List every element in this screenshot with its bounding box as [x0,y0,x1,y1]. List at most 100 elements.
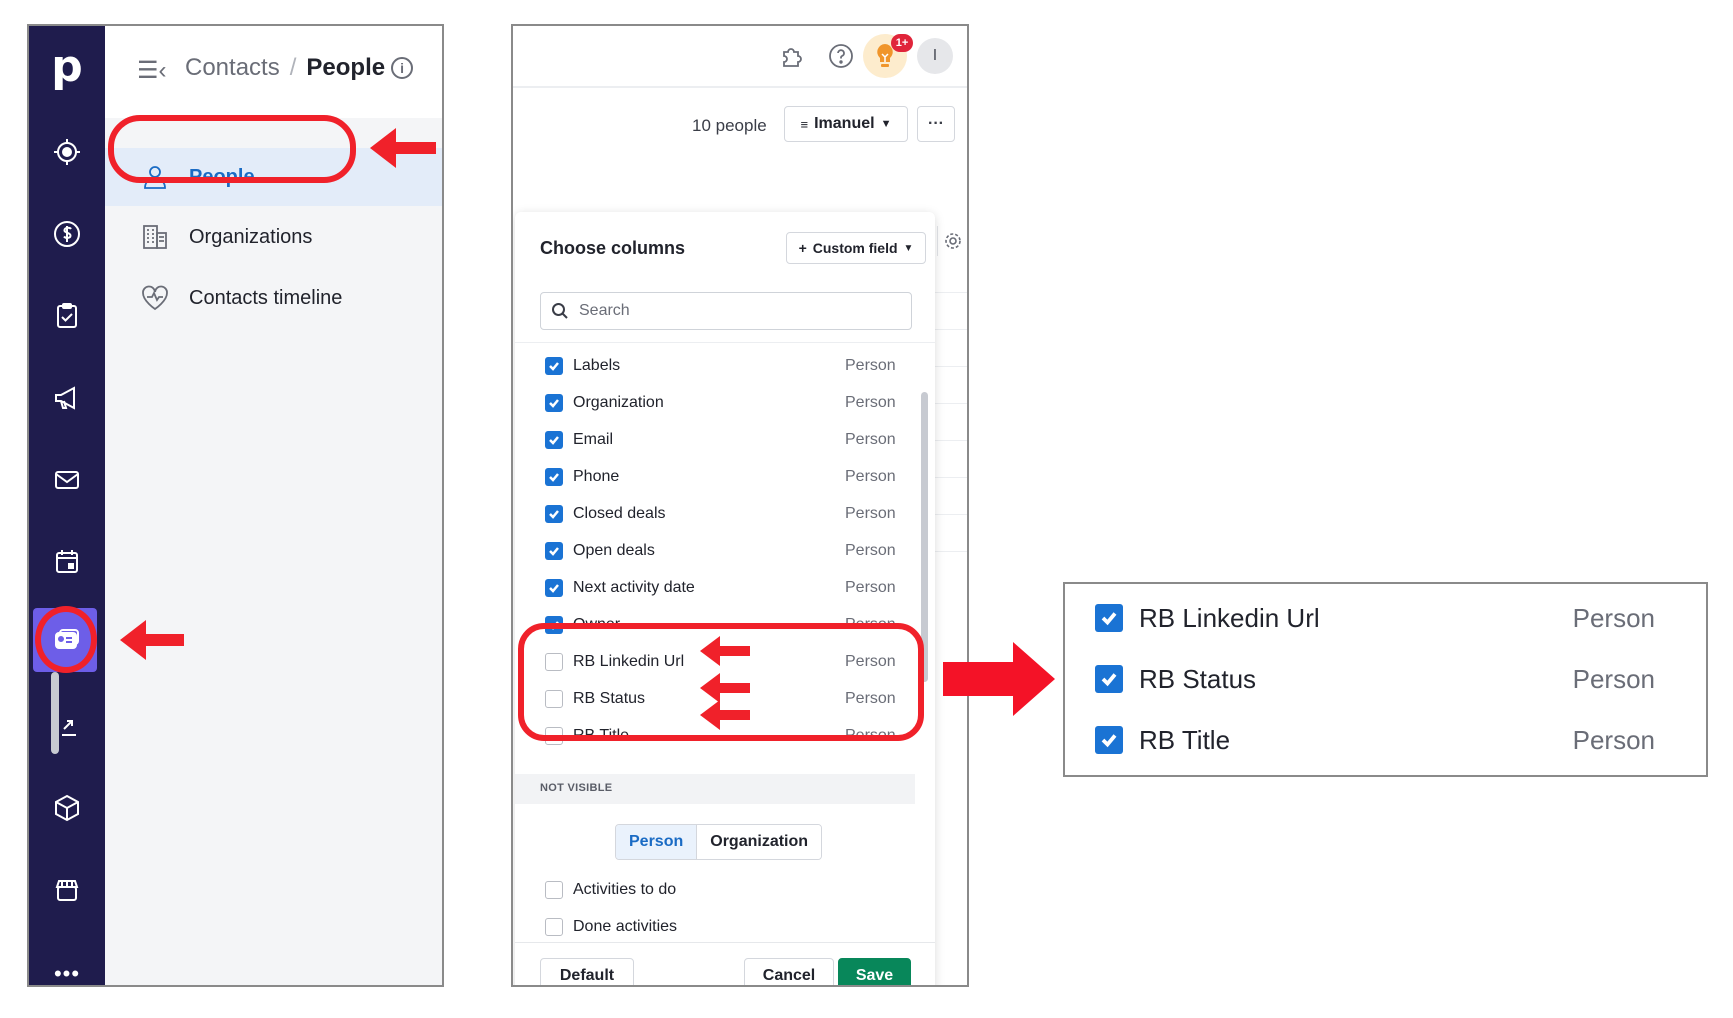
checkbox-checked[interactable] [545,542,563,560]
table-gridline [933,514,967,515]
column-option-row[interactable]: Phone Person [545,459,905,495]
save-button[interactable]: Save [838,958,911,985]
checkbox-checked[interactable] [545,431,563,449]
sidebar-item-contacts-timeline[interactable]: Contacts timeline [105,269,442,327]
column-option-row[interactable]: RB Linkedin Url Person [1095,598,1655,638]
column-entity-type: Person [845,505,896,522]
sidebar-item-label: Organizations [189,225,313,248]
column-label: Open deals [573,542,655,559]
segment-person[interactable]: Person [616,825,698,859]
plus-icon: + [798,240,807,256]
table-gridline [933,329,967,330]
column-label: Email [573,431,614,448]
clipboard-check-icon[interactable] [29,296,105,336]
annotation-arrow-rb-title [700,700,750,730]
top-bar: 1+ I [513,26,967,88]
column-label: Labels [573,357,621,374]
column-option-row[interactable]: Done activities [545,909,905,945]
search-field[interactable] [540,292,912,330]
column-entity-type: Person [1572,602,1655,633]
column-entity-type: Person [845,394,896,411]
building-icon [139,222,171,252]
more-apps-icon[interactable]: ••• [29,954,105,994]
column-label: Next activity date [573,579,695,596]
checkbox-checked[interactable] [1095,665,1123,693]
help-icon[interactable] [825,40,857,72]
choose-columns-popover: Choose columns + Custom field ▼ NOT VISI… [515,212,935,985]
search-icon [552,303,568,319]
people-list-panel: 1+ I 10 people ≡ Imanuel ▼ ··· Choose co… [511,24,969,987]
checkbox-unchecked[interactable] [545,881,563,899]
custom-field-button[interactable]: + Custom field ▼ [786,232,926,264]
cancel-button[interactable]: Cancel [744,958,834,985]
megaphone-icon[interactable] [29,378,105,418]
sidebar-item-organizations[interactable]: Organizations [105,208,442,266]
filter-icon: ≡ [800,116,809,132]
annotation-arrow-rail [120,620,184,660]
column-entity-type: Person [1572,663,1655,694]
annotation-arrow-rb-linkedin [700,636,750,666]
column-settings-gear-icon[interactable] [937,226,967,256]
target-icon[interactable] [29,132,105,172]
checkbox-checked[interactable] [545,579,563,597]
mail-icon[interactable] [29,460,105,500]
column-option-row[interactable]: Organization Person [545,385,905,421]
column-label: Closed deals [573,505,666,522]
column-option-row[interactable]: Open deals Person [545,533,905,569]
column-option-row[interactable]: Next activity date Person [545,570,905,606]
column-option-row[interactable]: RB Status Person [1095,659,1655,699]
column-label: RB Status [1139,663,1257,694]
notification-badge: 1+ [891,34,913,52]
filter-label: Imanuel [814,115,875,132]
column-entity-type: Person [845,357,896,374]
chevron-down-icon: ▼ [880,118,892,130]
box-icon[interactable] [29,788,105,828]
more-options-button[interactable]: ··· [917,106,955,142]
dollar-icon[interactable] [29,214,105,254]
checkbox-checked[interactable] [545,394,563,412]
custom-field-label: Custom field [812,240,898,256]
breadcrumb-contacts[interactable]: Contacts [185,54,280,82]
user-avatar[interactable]: I [917,38,953,74]
column-entity-type: Person [1572,724,1655,755]
heart-pulse-icon [139,283,171,313]
checkbox-unchecked[interactable] [545,918,563,936]
column-option-row[interactable]: Closed deals Person [545,496,905,532]
annotation-arrow-right [943,642,1055,721]
annotation-arrow-people [370,128,436,168]
column-option-row[interactable]: Activities to do [545,872,905,908]
pipedrive-logo[interactable]: p [29,41,105,92]
filter-dropdown[interactable]: ≡ Imanuel ▼ [784,106,908,142]
column-label: Activities to do [573,881,677,898]
table-gridline [933,551,967,552]
chevron-down-icon: ▼ [903,242,914,254]
extensions-icon[interactable] [776,40,808,72]
checkbox-checked[interactable] [545,505,563,523]
entity-segmented-control: Person Organization [615,824,823,860]
annotation-highlight-people [108,115,356,183]
checkbox-checked[interactable] [1095,604,1123,632]
not-visible-heading: NOT VISIBLE [540,782,613,794]
column-option-row[interactable]: Labels Person [545,348,905,384]
breadcrumb-people: People [306,54,386,81]
checkbox-checked[interactable] [545,357,563,375]
info-icon[interactable]: i [391,57,414,79]
table-gridline [933,477,967,478]
breadcrumb-separator: / [289,54,297,81]
store-icon[interactable] [29,870,105,910]
chart-icon[interactable] [29,706,105,746]
checkbox-checked[interactable] [1095,726,1123,754]
calendar-icon[interactable] [29,542,105,582]
segment-organization[interactable]: Organization [697,825,822,859]
column-entity-type: Person [845,579,896,596]
collapse-menu-icon[interactable]: ☰‹ [137,56,167,85]
default-button[interactable]: Default [540,958,634,985]
column-option-row[interactable]: RB Title Person [1095,720,1655,760]
search-input[interactable] [579,302,879,320]
checkbox-checked[interactable] [545,468,563,486]
table-gridline [933,366,967,367]
breadcrumb: Contacts / People i [185,54,414,82]
column-option-row[interactable]: Email Person [545,422,905,458]
annotation-highlight-rail-contacts [35,606,97,673]
annotation-arrow-rb-status [700,673,750,703]
